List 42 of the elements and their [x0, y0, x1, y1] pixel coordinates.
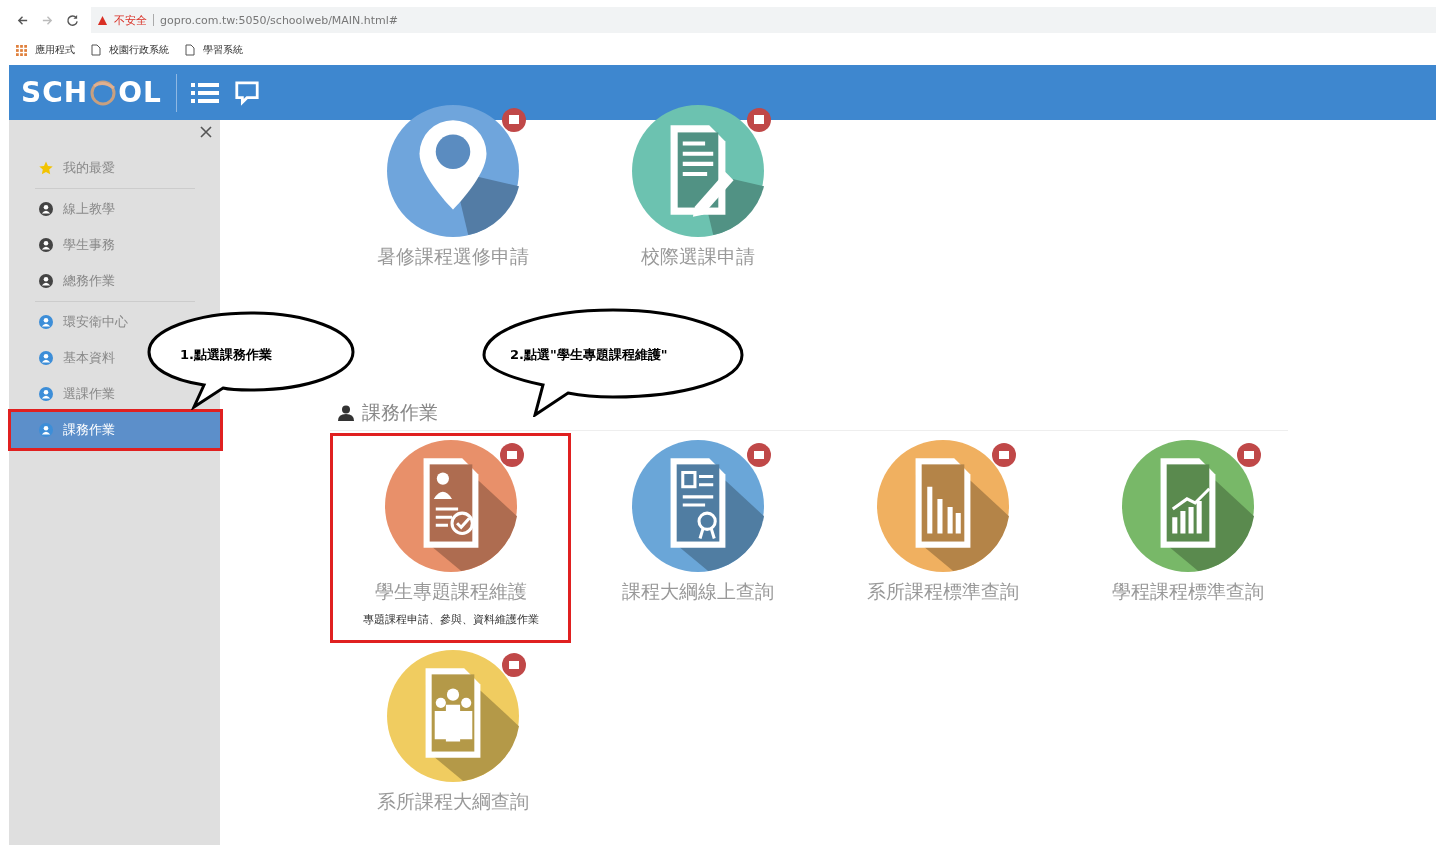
sidebar-item[interactable]: 基本資料: [9, 340, 115, 376]
badge-icon: [746, 108, 771, 132]
logo-text: SCH: [21, 76, 89, 109]
app-tile[interactable]: 系所課程大綱查詢: [330, 649, 575, 845]
badge-icon: [746, 443, 771, 467]
sidebar-item[interactable]: 課務作業: [11, 412, 220, 448]
sidebar-item[interactable]: 我的最愛: [9, 150, 115, 186]
badge-icon: [501, 108, 526, 132]
tile-description: 專題課程申請、參與、資料維護作業: [361, 612, 540, 628]
page-icon: [91, 44, 101, 56]
bookmark-link[interactable]: 學習系統: [203, 43, 243, 57]
sidebar-item[interactable]: 環安衛中心: [9, 304, 128, 340]
reload-icon[interactable]: [66, 13, 79, 27]
page-icon: [185, 44, 195, 56]
badge-icon: [499, 443, 524, 467]
url-text: gopro.com.tw:5050/schoolweb/MAIN.html#: [160, 13, 399, 27]
user-icon: [338, 405, 354, 421]
sidebar-item[interactable]: 學生事務: [9, 227, 115, 263]
sidebar-item[interactable]: 總務作業: [9, 263, 115, 299]
security-label: 不安全: [114, 12, 147, 28]
logo-text: OL: [118, 76, 162, 109]
badge-icon: [501, 653, 526, 677]
bookmark-link[interactable]: 校園行政系統: [109, 43, 169, 57]
app-tile[interactable]: 暑修課程選修申請: [330, 98, 575, 270]
address-bar[interactable]: 不安全 gopro.com.tw:5050/schoolweb/MAIN.html#: [91, 7, 1436, 33]
app-tile[interactable]: 校際選課申請: [575, 98, 820, 270]
callout-text: 2.點選"學生專題課程維護": [510, 346, 668, 364]
app-tile[interactable]: 學生專題課程維護 專題課程申請、參與、資料維護作業: [330, 433, 571, 643]
sidebar-item[interactable]: 選課作業: [9, 376, 115, 412]
app-tile[interactable]: 課程大綱線上查詢: [575, 433, 820, 643]
badge-icon: [991, 443, 1016, 467]
sidebar-item[interactable]: 線上教學: [9, 191, 115, 227]
chat-icon[interactable]: [232, 79, 261, 106]
section-title: 課務作業: [362, 400, 438, 425]
apps-grid-icon[interactable]: [16, 44, 27, 56]
callout-text: 1.點選課務作業: [180, 346, 272, 364]
close-icon[interactable]: [200, 126, 212, 138]
app-tile[interactable]: 系所課程標準查詢: [820, 433, 1065, 643]
app-tile[interactable]: 學程課程標準查詢: [1065, 433, 1310, 643]
bookmark-link[interactable]: 應用程式: [35, 43, 75, 57]
warning-icon: [97, 14, 108, 26]
badge-icon: [1236, 443, 1261, 467]
